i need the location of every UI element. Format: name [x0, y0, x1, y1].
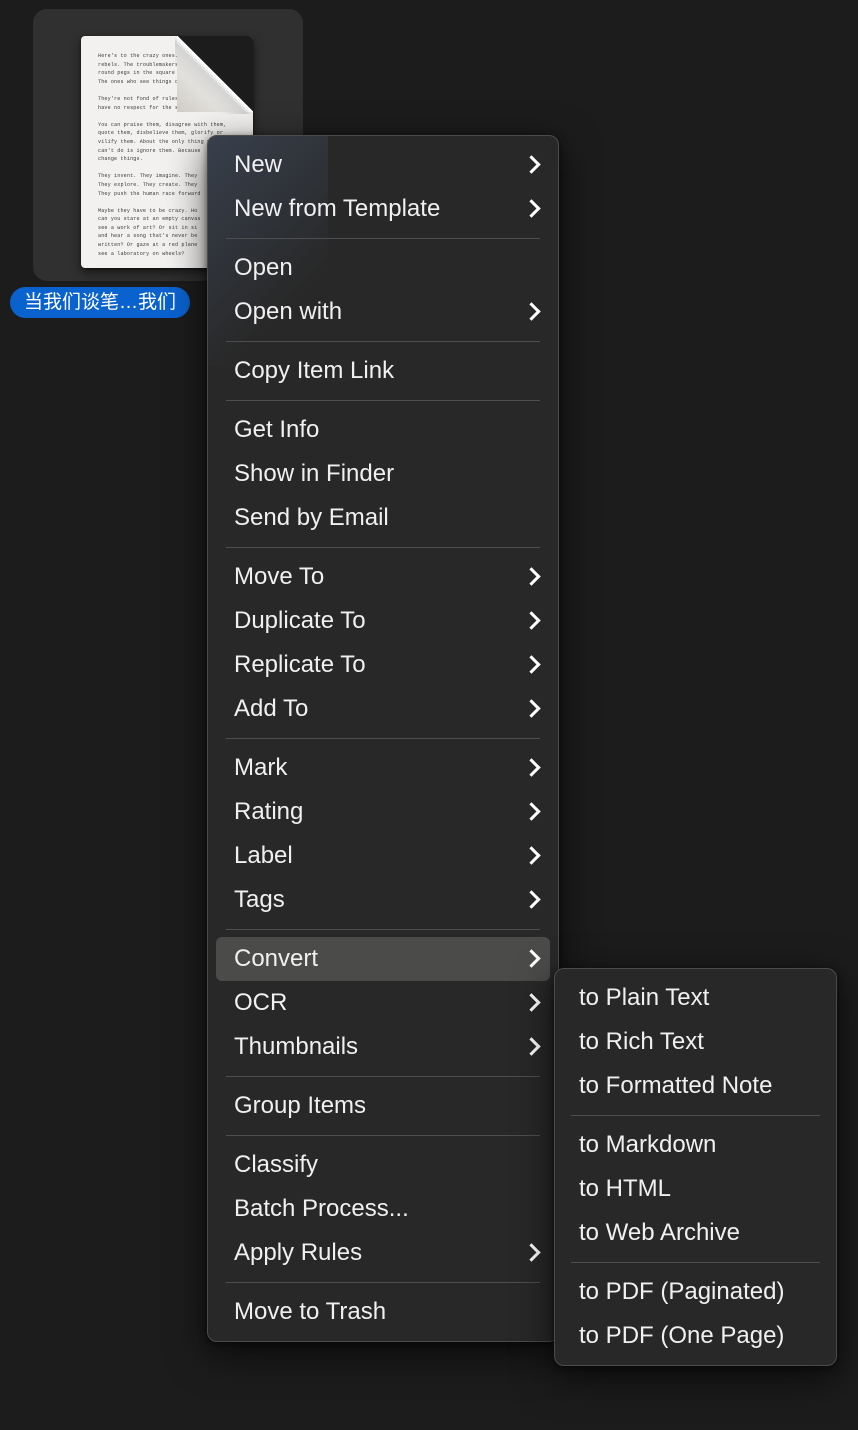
- menu-item-move-to[interactable]: Move To: [216, 555, 550, 599]
- menu-item-label: Group Items: [234, 1092, 367, 1119]
- submenu-item-to-pdf-one-page[interactable]: to PDF (One Page): [563, 1314, 828, 1358]
- document-item-label[interactable]: 当我们谈笔…我们: [10, 287, 191, 318]
- menu-item-label: Move To: [234, 563, 325, 590]
- menu-item-label: to PDF (Paginated): [579, 1278, 785, 1305]
- chevron-right-icon: [524, 757, 540, 779]
- menu-item-replicate-to[interactable]: Replicate To: [216, 643, 550, 687]
- menu-item-label: Open: [234, 254, 293, 281]
- menu-item-batch-process[interactable]: Batch Process...: [216, 1187, 550, 1231]
- submenu-item-to-markdown[interactable]: to Markdown: [563, 1123, 828, 1167]
- menu-separator: [226, 1282, 540, 1283]
- chevron-right-icon: [524, 948, 540, 970]
- chevron-right-icon: [524, 801, 540, 823]
- chevron-right-icon: [524, 889, 540, 911]
- menu-item-label: to Formatted Note: [579, 1072, 773, 1099]
- menu-separator: [226, 929, 540, 930]
- desktop-background: Here's to the crazy ones. T rebels. The …: [0, 0, 858, 1430]
- menu-item-convert[interactable]: Convert: [216, 937, 550, 981]
- page-curl-shadow: [175, 36, 253, 114]
- chevron-right-icon: [524, 198, 540, 220]
- menu-item-label: to Rich Text: [579, 1028, 704, 1055]
- menu-item-open-with[interactable]: Open with: [216, 290, 550, 334]
- menu-item-apply-rules[interactable]: Apply Rules: [216, 1231, 550, 1275]
- menu-item-copy-item-link[interactable]: Copy Item Link: [216, 349, 550, 393]
- menu-item-show-in-finder[interactable]: Show in Finder: [216, 452, 550, 496]
- context-menu: New New from Template Open Open with Copy It…: [207, 135, 559, 1342]
- menu-item-label[interactable]: Label: [216, 834, 550, 878]
- menu-item-tags[interactable]: Tags: [216, 878, 550, 922]
- chevron-right-icon: [524, 301, 540, 323]
- convert-submenu-items: to Plain Text to Rich Text to Formatted No…: [555, 976, 836, 1358]
- menu-item-move-to-trash[interactable]: Move to Trash: [216, 1290, 550, 1334]
- menu-separator: [226, 1135, 540, 1136]
- menu-item-label: Send by Email: [234, 504, 389, 531]
- chevron-right-icon: [524, 698, 540, 720]
- menu-item-label: Convert: [234, 945, 319, 972]
- chevron-right-icon: [524, 992, 540, 1014]
- menu-item-add-to[interactable]: Add To: [216, 687, 550, 731]
- menu-item-send-by-email[interactable]: Send by Email: [216, 496, 550, 540]
- menu-item-mark[interactable]: Mark: [216, 746, 550, 790]
- submenu-item-to-rich-text[interactable]: to Rich Text: [563, 1020, 828, 1064]
- menu-separator: [226, 341, 540, 342]
- menu-item-thumbnails[interactable]: Thumbnails: [216, 1025, 550, 1069]
- chevron-right-icon: [524, 654, 540, 676]
- menu-item-label: Show in Finder: [234, 460, 395, 487]
- menu-item-label: Rating: [234, 798, 304, 825]
- submenu-item-to-formatted-note[interactable]: to Formatted Note: [563, 1064, 828, 1108]
- menu-separator: [226, 738, 540, 739]
- menu-item-label: to Markdown: [579, 1131, 717, 1158]
- chevron-right-icon: [524, 566, 540, 588]
- menu-item-get-info[interactable]: Get Info: [216, 408, 550, 452]
- chevron-right-icon: [524, 610, 540, 632]
- menu-separator: [571, 1262, 820, 1263]
- menu-item-ocr[interactable]: OCR: [216, 981, 550, 1025]
- chevron-right-icon: [524, 1242, 540, 1264]
- menu-item-label: OCR: [234, 989, 288, 1016]
- menu-item-label: Replicate To: [234, 651, 366, 678]
- menu-item-label: Get Info: [234, 416, 320, 443]
- menu-separator: [226, 238, 540, 239]
- menu-item-rating[interactable]: Rating: [216, 790, 550, 834]
- menu-item-label: Open with: [234, 298, 343, 325]
- menu-item-classify[interactable]: Classify: [216, 1143, 550, 1187]
- menu-item-new-from-template[interactable]: New from Template: [216, 187, 550, 231]
- menu-item-open[interactable]: Open: [216, 246, 550, 290]
- chevron-right-icon: [524, 845, 540, 867]
- context-menu-items: New New from Template Open Open with Copy It…: [208, 143, 558, 1334]
- menu-item-label: Tags: [234, 886, 285, 913]
- menu-item-label: to Web Archive: [579, 1219, 740, 1246]
- chevron-right-icon: [524, 154, 540, 176]
- submenu-item-to-pdf-paginated[interactable]: to PDF (Paginated): [563, 1270, 828, 1314]
- menu-separator: [571, 1115, 820, 1116]
- menu-item-label: Apply Rules: [234, 1239, 363, 1266]
- menu-item-label: Label: [234, 842, 293, 869]
- menu-item-group-items[interactable]: Group Items: [216, 1084, 550, 1128]
- menu-item-label: Copy Item Link: [234, 357, 395, 384]
- menu-separator: [226, 1076, 540, 1077]
- menu-item-label: Duplicate To: [234, 607, 366, 634]
- menu-item-label: Mark: [234, 754, 288, 781]
- menu-item-label: Thumbnails: [234, 1033, 359, 1060]
- menu-item-label: Classify: [234, 1151, 319, 1178]
- menu-item-label: New: [234, 151, 283, 178]
- submenu-item-to-web-archive[interactable]: to Web Archive: [563, 1211, 828, 1255]
- menu-item-new[interactable]: New: [216, 143, 550, 187]
- menu-item-label: Move to Trash: [234, 1298, 387, 1325]
- submenu-item-to-html[interactable]: to HTML: [563, 1167, 828, 1211]
- menu-item-label: Add To: [234, 695, 309, 722]
- menu-item-label: to HTML: [579, 1175, 672, 1202]
- menu-separator: [226, 400, 540, 401]
- menu-item-duplicate-to[interactable]: Duplicate To: [216, 599, 550, 643]
- menu-item-label: New from Template: [234, 195, 441, 222]
- chevron-right-icon: [524, 1036, 540, 1058]
- menu-item-label: to PDF (One Page): [579, 1322, 785, 1349]
- convert-submenu: to Plain Text to Rich Text to Formatted No…: [554, 968, 837, 1366]
- submenu-item-to-plain-text[interactable]: to Plain Text: [563, 976, 828, 1020]
- menu-item-label: Batch Process...: [234, 1195, 409, 1222]
- menu-separator: [226, 547, 540, 548]
- menu-item-label: to Plain Text: [579, 984, 710, 1011]
